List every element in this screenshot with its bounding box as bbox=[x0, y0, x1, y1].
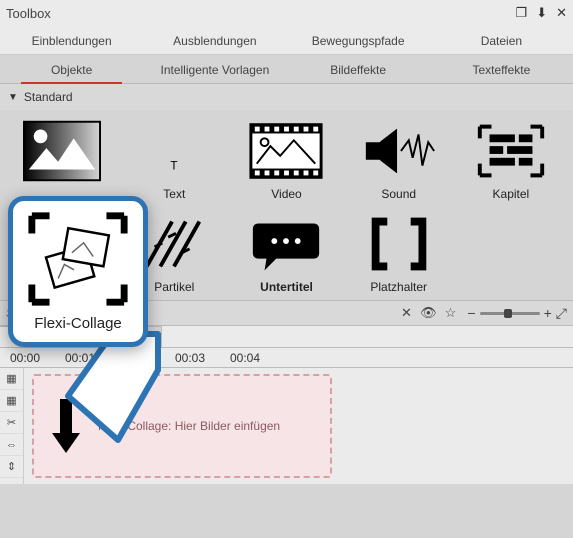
tab-texteffekte[interactable]: Texteffekte bbox=[430, 57, 573, 84]
video-icon bbox=[247, 120, 325, 182]
timeline-ruler[interactable]: 00:00 00:01 00:02 00:03 00:04 bbox=[0, 348, 573, 368]
tabs-top: Einblendungen Ausblendungen Bewegungspfa… bbox=[0, 26, 573, 55]
timeline-toolbar: ▦ ▦ ✂ ⇔ ⇕ bbox=[0, 368, 24, 484]
item-label: Kapitel bbox=[493, 187, 530, 201]
placeholder-icon bbox=[360, 213, 438, 275]
clear-icon[interactable]: ✕ bbox=[395, 305, 417, 321]
tab-ausblendungen[interactable]: Ausblendungen bbox=[143, 28, 286, 55]
item-sound[interactable]: Sound bbox=[345, 116, 453, 205]
eye-icon[interactable]: 👁 bbox=[417, 305, 439, 321]
tl-tool-2[interactable]: ▦ bbox=[0, 390, 23, 412]
tab-einblendungen[interactable]: Einblendungen bbox=[0, 28, 143, 55]
category-header[interactable]: ▼ Standard bbox=[0, 84, 573, 110]
tab-intelligente-vorlagen[interactable]: Intelligente Vorlagen bbox=[143, 57, 286, 84]
timeline-area: ▦ ▦ ✂ ⇔ ⇕ Flexi-Collage: Hier Bilder ein… bbox=[0, 368, 573, 484]
item-label: Partikel bbox=[154, 280, 194, 294]
star-icon[interactable]: ☆ bbox=[439, 305, 461, 321]
item-video[interactable]: Video bbox=[232, 116, 340, 205]
image-icon bbox=[23, 120, 101, 182]
window-controls: ❐ ⬇ ✕ bbox=[516, 5, 567, 21]
item-label: Untertitel bbox=[260, 280, 313, 294]
drag-preview-label: Flexi-Collage bbox=[19, 315, 137, 332]
flexi-collage-icon bbox=[24, 209, 132, 309]
sound-icon bbox=[360, 120, 438, 182]
tabs-secondary: Objekte Intelligente Vorlagen Bildeffekt… bbox=[0, 55, 573, 84]
item-platzhalter[interactable]: Platzhalter bbox=[345, 209, 453, 298]
drag-preview-flexi-collage: Flexi-Collage bbox=[8, 196, 148, 347]
text-icon: T bbox=[135, 120, 213, 182]
category-label: Standard bbox=[24, 90, 73, 104]
tab-bildeffekte[interactable]: Bildeffekte bbox=[287, 57, 430, 84]
ruler-tick: 00:02 bbox=[120, 351, 150, 365]
close-icon[interactable]: ✕ bbox=[556, 5, 567, 21]
ruler-tick: 00:03 bbox=[175, 351, 205, 365]
window-title: Toolbox bbox=[6, 6, 51, 21]
empty-cell bbox=[457, 209, 565, 298]
tl-tool-4[interactable]: ⇔ bbox=[0, 434, 23, 456]
zoom-in-icon[interactable]: + bbox=[544, 305, 552, 321]
svg-text:T: T bbox=[171, 160, 178, 173]
zoom-expand-icon[interactable]: ⤢ bbox=[556, 305, 567, 322]
chapter-icon bbox=[472, 120, 550, 182]
zoom-out-icon[interactable]: − bbox=[467, 305, 475, 321]
item-label: Text bbox=[163, 187, 185, 201]
item-label: Video bbox=[271, 187, 301, 201]
tl-tool-5[interactable]: ⇕ bbox=[0, 456, 23, 478]
item-kapitel[interactable]: Kapitel bbox=[457, 116, 565, 205]
collapse-icon: ▼ bbox=[8, 92, 18, 103]
tl-tool-3[interactable]: ✂ bbox=[0, 412, 23, 434]
ruler-tick: 00:00 bbox=[10, 351, 40, 365]
dropzone-hint: Flexi-Collage: Hier Bilder einfügen bbox=[98, 419, 280, 433]
subtitle-icon bbox=[247, 213, 325, 275]
item-label: Platzhalter bbox=[370, 280, 427, 294]
tl-tool-1[interactable]: ▦ bbox=[0, 368, 23, 390]
restore-icon[interactable]: ❐ bbox=[516, 5, 528, 21]
tab-dateien[interactable]: Dateien bbox=[430, 28, 573, 55]
item-label: Sound bbox=[381, 187, 416, 201]
zoom-slider[interactable] bbox=[480, 312, 540, 315]
item-text[interactable]: T Text bbox=[120, 116, 228, 205]
down-arrow-icon bbox=[52, 395, 80, 457]
titlebar: Toolbox ❐ ⬇ ✕ bbox=[0, 0, 573, 26]
ruler-tick: 00:04 bbox=[230, 351, 260, 365]
zoom-controls: − + ⤢ bbox=[461, 305, 573, 322]
tab-objekte[interactable]: Objekte bbox=[0, 57, 143, 84]
ruler-tick: 00:01 bbox=[65, 351, 95, 365]
item-bild[interactable]: Bild bbox=[8, 116, 116, 205]
item-untertitel[interactable]: Untertitel bbox=[232, 209, 340, 298]
tab-bewegungspfade[interactable]: Bewegungspfade bbox=[287, 28, 430, 55]
pin-icon[interactable]: ⬇ bbox=[536, 5, 547, 21]
flexi-collage-dropzone[interactable]: Flexi-Collage: Hier Bilder einfügen bbox=[32, 374, 332, 478]
